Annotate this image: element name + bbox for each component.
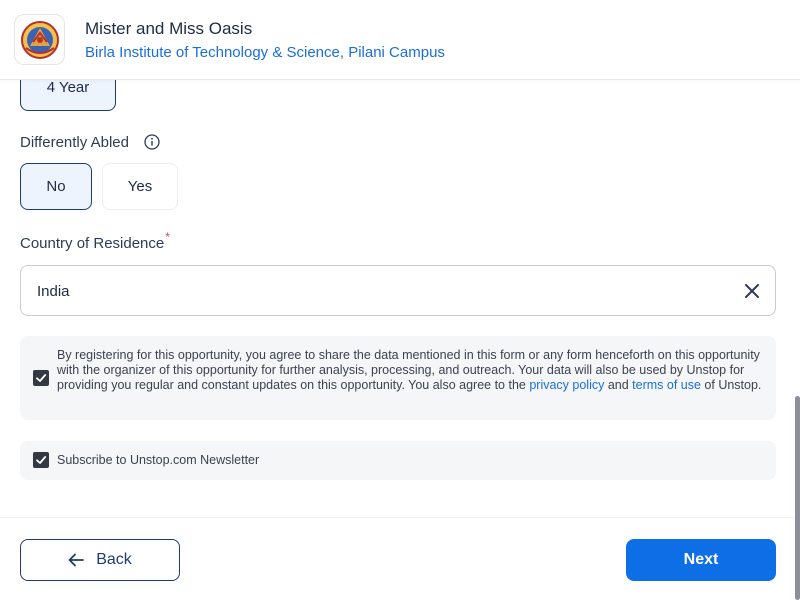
- clear-icon[interactable]: [743, 282, 761, 300]
- newsletter-label: Subscribe to Unstop.com Newsletter: [57, 453, 260, 467]
- arrow-left-icon: [68, 553, 85, 567]
- bits-pilani-logo-icon: [20, 20, 59, 59]
- back-button-label: Back: [96, 551, 132, 568]
- country-label-text: Country of Residence: [20, 235, 165, 252]
- option-no[interactable]: No: [20, 163, 92, 210]
- newsletter-box: Subscribe to Unstop.com Newsletter: [20, 441, 776, 480]
- newsletter-checkbox[interactable]: [33, 452, 49, 468]
- privacy-policy-link[interactable]: privacy policy: [529, 378, 604, 392]
- terms-of-use-link[interactable]: terms of use: [632, 378, 701, 392]
- footer: Back Next: [0, 517, 800, 600]
- consent-text: By registering for this opportunity, you…: [57, 348, 771, 394]
- consent-text-end: of Unstop.: [700, 378, 762, 393]
- checkmark-icon: [36, 374, 47, 382]
- info-icon[interactable]: [144, 134, 160, 150]
- back-button[interactable]: Back: [20, 539, 180, 581]
- next-button-label: Next: [683, 551, 719, 568]
- option-yes[interactable]: Yes: [102, 163, 178, 210]
- option-yes-label: Yes: [127, 178, 153, 195]
- option-no-label: No: [46, 178, 66, 195]
- country-select[interactable]: India: [20, 265, 776, 316]
- option-4-year-label: 4 Year: [46, 79, 90, 96]
- next-button[interactable]: Next: [626, 539, 776, 581]
- scrollbar-thumb[interactable]: [795, 396, 800, 600]
- consent-text-and: and: [604, 378, 633, 393]
- organization-logo: [14, 14, 65, 65]
- opportunity-title: Mister and Miss Oasis: [85, 19, 253, 38]
- country-value: India: [37, 283, 70, 300]
- checkmark-icon: [36, 456, 47, 464]
- required-asterisk: *: [165, 230, 170, 244]
- header: Mister and Miss Oasis Birla Institute of…: [0, 0, 800, 80]
- consent-box: By registering for this opportunity, you…: [20, 336, 776, 420]
- consent-checkbox[interactable]: [33, 370, 49, 386]
- organization-name[interactable]: Birla Institute of Technology & Science,…: [85, 44, 445, 61]
- differently-abled-label: Differently Abled: [20, 134, 129, 151]
- country-label: Country of Residence*: [20, 230, 170, 252]
